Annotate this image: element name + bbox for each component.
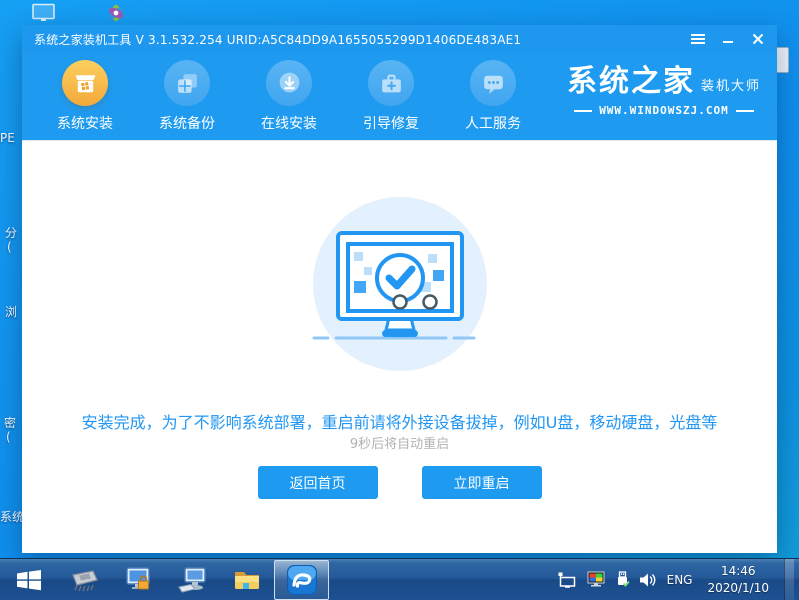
nav-item-system-install[interactable]: 系统安装 <box>34 60 136 133</box>
desktop-flower-icon[interactable] <box>103 2 129 27</box>
online-download-icon <box>266 60 312 106</box>
nav-item-support[interactable]: 人工服务 <box>442 60 544 133</box>
backup-icon <box>164 60 210 106</box>
install-box-icon <box>62 60 108 106</box>
nav-label: 在线安装 <box>261 116 317 132</box>
taskbar-installer-app-icon[interactable] <box>274 560 329 600</box>
nav-label: 系统安装 <box>57 116 113 132</box>
nav-item-boot-repair[interactable]: 引导修复 <box>340 60 442 133</box>
back-home-button[interactable]: 返回首页 <box>257 466 378 499</box>
nav-item-online-install[interactable]: 在线安装 <box>238 60 340 133</box>
desktop-computer-icon[interactable] <box>30 3 58 27</box>
titlebar: 系统之家装机工具 V 3.1.532.254 URID:A5C84DD9A165… <box>22 25 777 53</box>
start-button[interactable] <box>0 559 58 600</box>
system-tray: ENG 14:46 2020/1/10 <box>557 559 799 600</box>
taskbar-lockscreen-tool-icon[interactable] <box>112 559 166 600</box>
brand-logo: 系统之家 装机大师 WWW.WINDOWSZJ.COM <box>566 64 761 118</box>
taskbar-computer-icon[interactable] <box>166 559 220 600</box>
taskbar: ENG 14:46 2020/1/10 <box>0 558 799 600</box>
usb-eject-icon[interactable] <box>615 571 630 588</box>
nav-item-system-backup[interactable]: 系统备份 <box>136 60 238 133</box>
nav-label: 人工服务 <box>465 116 521 132</box>
language-indicator[interactable]: ENG <box>667 573 693 587</box>
divider <box>574 109 593 112</box>
support-chat-icon <box>470 60 516 106</box>
taskbar-memory-tool-icon[interactable] <box>58 559 112 600</box>
divider <box>735 109 754 112</box>
display-color-icon[interactable] <box>586 571 606 588</box>
window-title: 系统之家装机工具 V 3.1.532.254 URID:A5C84DD9A165… <box>34 32 522 47</box>
installer-window: 系统之家装机工具 V 3.1.532.254 URID:A5C84DD9A165… <box>22 25 777 553</box>
clock-date: 2020/1/10 <box>707 580 769 595</box>
nav-label: 系统备份 <box>159 116 215 132</box>
nav-label: 引导修复 <box>363 116 419 132</box>
menu-icon[interactable] <box>687 29 709 49</box>
brand-name: 系统之家 <box>566 64 695 99</box>
brand-website: WWW.WINDOWSZJ.COM <box>599 104 729 117</box>
brand-tagline: 装机大师 <box>700 79 761 94</box>
boot-repair-icon <box>368 60 414 106</box>
restart-countdown: 9秒后将自动重启 <box>349 437 450 452</box>
close-icon[interactable] <box>747 29 769 49</box>
volume-icon[interactable] <box>639 572 658 588</box>
restart-now-button[interactable]: 立即重启 <box>421 466 542 499</box>
header: 系统安装 系统备份 在线安装 引导修复 人工服务 系统之家 装机大师 WWW.W… <box>22 53 777 140</box>
desktop-icon-label[interactable]: 系统 <box>0 508 22 525</box>
desktop-icon-label[interactable]: PE <box>0 131 22 145</box>
action-buttons: 返回首页 立即重启 <box>22 466 777 499</box>
taskbar-folder-icon[interactable] <box>220 559 274 600</box>
desktop: PE 分 ( 浏 密 ( 系统 系统之家装机工具 V 3.1.532.254 U… <box>0 0 799 600</box>
nav-bar: 系统安装 系统备份 在线安装 引导修复 人工服务 <box>34 60 544 133</box>
clock-time: 14:46 <box>720 564 756 579</box>
windows-logo-icon <box>17 569 41 590</box>
install-complete-illustration <box>290 186 510 376</box>
main-content: 安装完成，为了不影响系统部署，重启前请将外接设备拔掉，例如U盘，移动硬盘，光盘等… <box>22 140 777 553</box>
show-desktop-button[interactable] <box>784 559 794 600</box>
taskbar-clock[interactable]: 14:46 2020/1/10 <box>701 563 775 595</box>
network-icon[interactable] <box>557 571 577 588</box>
minimize-icon[interactable] <box>717 29 739 49</box>
status-message: 安装完成，为了不影响系统部署，重启前请将外接设备拔掉，例如U盘，移动硬盘，光盘等 <box>81 413 718 432</box>
